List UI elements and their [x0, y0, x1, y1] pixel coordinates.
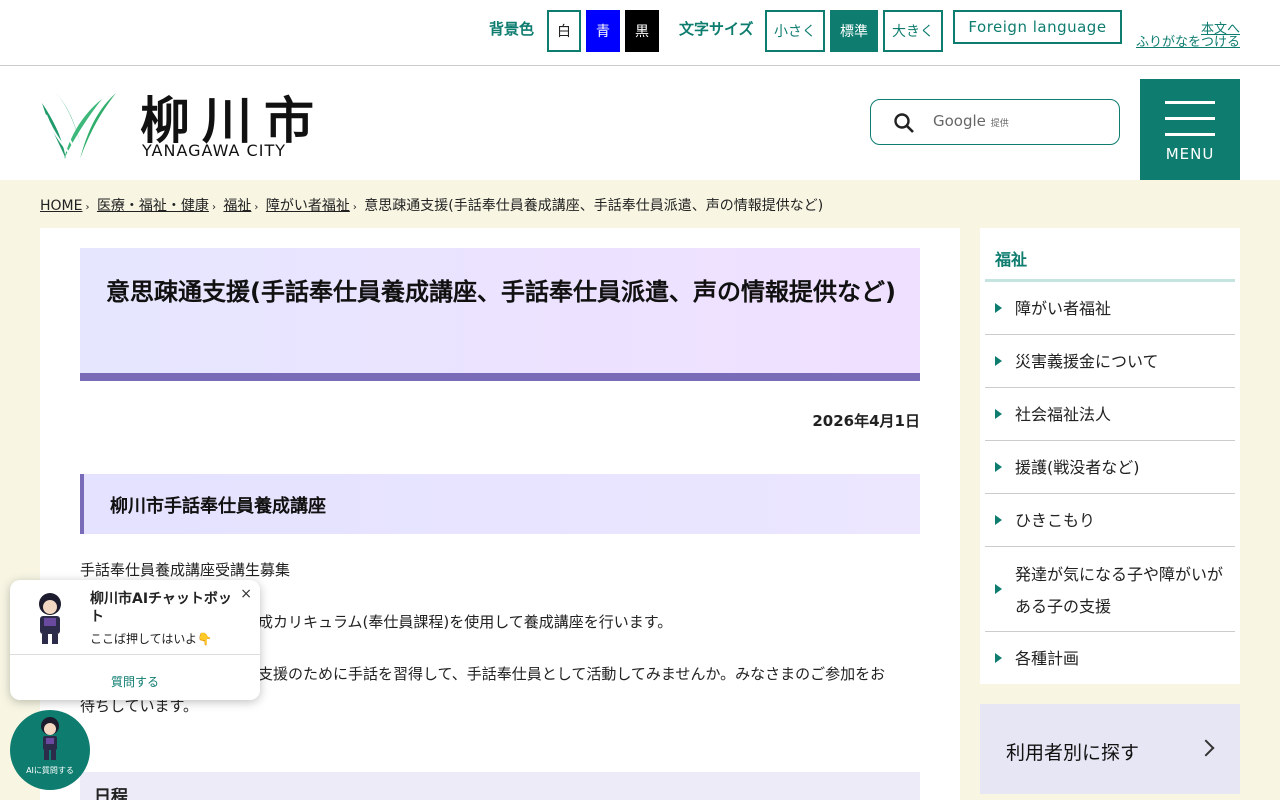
site-search-input[interactable]: Google 提供	[870, 99, 1120, 145]
bg-black-button[interactable]: 黒	[625, 10, 659, 52]
section-heading: 柳川市手話奉仕員養成講座	[80, 474, 920, 534]
font-large-button[interactable]: 大きく	[883, 10, 943, 52]
site-logo-english: YANAGAWA CITY	[142, 141, 286, 160]
sidebar-item-developmental-support[interactable]: 発達が気になる子や障がいがある子の支援	[985, 547, 1235, 632]
update-date: 2026年4月1日	[812, 412, 920, 430]
curriculum-text: 成カリキュラム(奉仕員課程)を使用して養成講座を行います。	[258, 613, 673, 631]
divider	[10, 654, 260, 655]
utility-bar: 背景色 白 青 黒 文字サイズ 小さく 標準 大きく Foreign langu…	[0, 0, 1280, 66]
chatbot-avatar-icon	[39, 593, 61, 644]
breadcrumb-welfare[interactable]: 福祉	[223, 198, 251, 214]
chatbot-title: 柳川市AIチャットボット	[90, 591, 232, 626]
chatbot-popup[interactable]: 柳川市AIチャットボット ここば押してはいよ👇 × 質問する	[10, 580, 260, 700]
sidebar-heading: 福祉	[985, 228, 1235, 282]
breadcrumb-current: 意思疎通支援(手話奉仕員養成講座、手話奉仕員派遣、声の情報提供など)	[364, 198, 824, 214]
city-emblem-icon[interactable]	[40, 85, 116, 159]
bg-white-button[interactable]: 白	[547, 10, 581, 52]
triangle-right-icon	[995, 356, 1002, 366]
section-heading-text: 柳川市手話奉仕員養成講座	[110, 496, 326, 517]
chatbot-subtitle: ここば押してはいよ👇	[90, 632, 213, 646]
font-size-label: 文字サイズ	[679, 20, 754, 38]
font-small-button[interactable]: 小さく	[765, 10, 825, 52]
search-icon	[894, 113, 914, 133]
bg-blue-button[interactable]: 青	[586, 10, 620, 52]
sidebar-item-social-welfare-corp[interactable]: 社会福祉法人	[985, 388, 1235, 441]
sidebar-item-disaster-donations[interactable]: 災害義援金について	[985, 335, 1235, 388]
triangle-right-icon	[995, 462, 1002, 472]
chatbot-launcher-label: AIに質問する	[26, 766, 74, 775]
chevron-right-icon	[1197, 739, 1215, 757]
triangle-right-icon	[995, 515, 1002, 525]
menu-label: MENU	[1165, 145, 1215, 163]
sidebar-item-war-relief[interactable]: 援護(戦没者など)	[985, 441, 1235, 494]
foreign-language-button[interactable]: Foreign language	[953, 10, 1122, 44]
site-header: 柳川市 YANAGAWA CITY Google 提供 MENU	[0, 67, 1280, 180]
triangle-right-icon	[995, 409, 1002, 419]
breadcrumb: HOME › 医療・福祉・健康 › 福祉 › 障がい者福祉 › 意思疎通支援(手話奉仕員…	[40, 198, 824, 214]
chatbot-launcher-button[interactable]: AIに質問する	[10, 710, 90, 790]
invitation-text: 支援のために手話を習得して、手話奉仕員として活動してみませんか。みなさまのご参加…	[258, 665, 886, 683]
search-placeholder: Google 提供	[933, 112, 1009, 130]
main-content: 意思疎通支援(手話奉仕員養成講座、手話奉仕員派遣、声の情報提供など) 2026年…	[40, 228, 960, 800]
menu-button[interactable]: MENU	[1140, 79, 1240, 180]
chatbot-character-icon	[41, 717, 59, 760]
furigana-link[interactable]: ふりがなをつける	[1136, 31, 1240, 50]
sidebar-item-plans[interactable]: 各種計画	[985, 632, 1235, 684]
sidebar-item-hikikomori[interactable]: ひきこもり	[985, 494, 1235, 547]
sidebar-item-disability-welfare[interactable]: 障がい者福祉	[985, 282, 1235, 335]
recruitment-text: 手話奉仕員養成講座受講生募集	[80, 561, 291, 579]
hamburger-icon	[1165, 101, 1215, 104]
page-title: 意思疎通支援(手話奉仕員養成講座、手話奉仕員派遣、声の情報提供など)	[106, 278, 896, 306]
breadcrumb-medical-welfare-health[interactable]: 医療・福祉・健康	[97, 198, 209, 214]
font-normal-button[interactable]: 標準	[830, 10, 878, 52]
schedule-heading: 日程	[80, 772, 920, 800]
triangle-right-icon	[995, 303, 1002, 313]
background-color-label: 背景色	[489, 20, 535, 38]
breadcrumb-home[interactable]: HOME	[40, 198, 82, 214]
ask-question-button[interactable]: 質問する	[10, 673, 260, 690]
sidebar: 福祉 障がい者福祉 災害義援金について 社会福祉法人 援護(戦没者など) ひきこ…	[980, 228, 1240, 684]
close-icon[interactable]: ×	[240, 586, 252, 602]
triangle-right-icon	[995, 653, 1002, 663]
page-title-box: 意思疎通支援(手話奉仕員養成講座、手話奉仕員派遣、声の情報提供など)	[80, 248, 920, 381]
find-by-user-button[interactable]: 利用者別に探す	[980, 704, 1240, 794]
triangle-right-icon	[995, 584, 1002, 594]
schedule-heading-text: 日程	[94, 787, 128, 800]
breadcrumb-disability-welfare[interactable]: 障がい者福祉	[266, 198, 350, 214]
